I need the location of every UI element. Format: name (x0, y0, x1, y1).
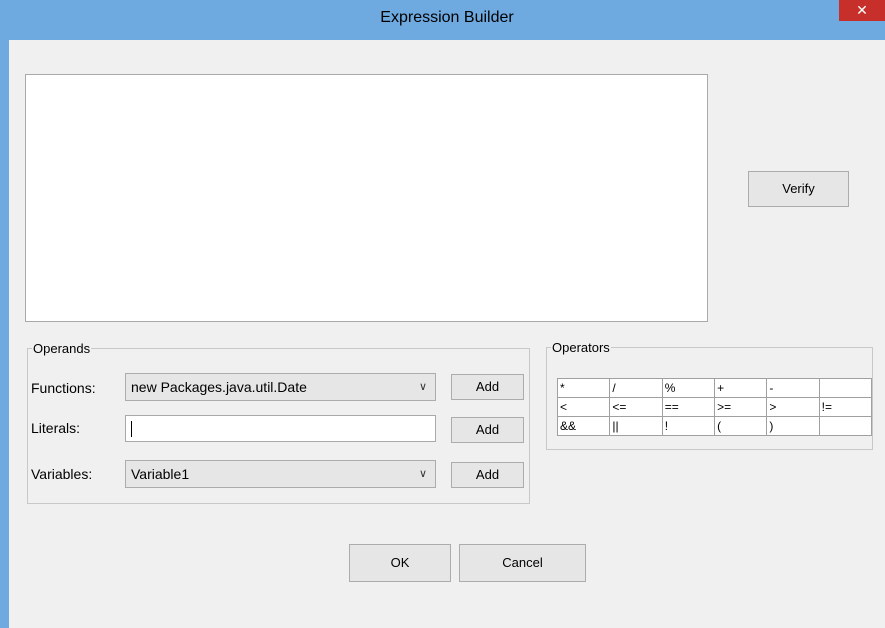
close-icon: ✕ (856, 2, 868, 18)
functions-dropdown-value: new Packages.java.util.Date (131, 379, 307, 395)
operator-cell[interactable]: == (661, 397, 716, 417)
operands-legend: Operands (33, 341, 91, 356)
operator-cell[interactable]: ( (714, 416, 768, 436)
title-bar: Expression Builder ✕ (9, 0, 885, 40)
operator-cell[interactable]: && (556, 416, 611, 436)
add-literal-button[interactable]: Add (451, 417, 524, 443)
text-caret (131, 421, 132, 437)
operator-cell[interactable]: - (766, 378, 820, 398)
operator-cell[interactable]: / (609, 378, 663, 398)
variables-label: Variables: (31, 466, 93, 482)
operator-cell[interactable]: <= (609, 397, 663, 417)
operator-cell[interactable]: ! (661, 416, 716, 436)
functions-dropdown[interactable]: new Packages.java.util.Date ∨ (125, 373, 436, 401)
variables-dropdown[interactable]: Variable1 ∨ (125, 460, 436, 488)
window-title: Expression Builder (380, 9, 514, 26)
cancel-button[interactable]: Cancel (459, 544, 586, 582)
operator-cell[interactable]: + (714, 378, 768, 398)
chevron-down-icon: ∨ (418, 468, 427, 480)
operator-cell[interactable]: >= (714, 397, 768, 417)
operator-cell[interactable]: < (556, 397, 611, 417)
literals-label: Literals: (31, 420, 81, 436)
chevron-down-icon: ∨ (418, 381, 427, 393)
operators-row: && || ! ( ) (556, 416, 873, 436)
ok-button[interactable]: OK (349, 544, 451, 582)
operator-cell[interactable] (818, 416, 873, 436)
operator-cell[interactable]: || (609, 416, 663, 436)
literals-input[interactable] (125, 415, 436, 442)
functions-label: Functions: (31, 380, 96, 396)
operator-cell[interactable]: * (556, 378, 611, 398)
verify-button[interactable]: Verify (748, 171, 849, 207)
expression-builder-window: Expression Builder ✕ Verify Operands Fun… (0, 0, 885, 628)
operator-cell[interactable]: > (766, 397, 820, 417)
add-function-button[interactable]: Add (451, 374, 524, 400)
operators-legend: Operators (552, 340, 610, 355)
operator-cell[interactable] (818, 378, 873, 398)
operators-table: * / % + - < <= == >= > != && || ! () (556, 378, 873, 436)
operator-cell[interactable]: ) (766, 416, 820, 436)
operators-group: Operators * / % + - < <= == >= > != && |… (546, 340, 873, 450)
operator-cell[interactable]: != (818, 397, 873, 417)
dialog-body: Verify Operands Functions: new Packages.… (9, 40, 885, 628)
variables-dropdown-value: Variable1 (131, 466, 190, 482)
expression-text-area[interactable] (25, 74, 708, 322)
operands-group: Operands Functions: new Packages.java.ut… (27, 341, 530, 504)
operator-cell[interactable]: % (661, 378, 716, 398)
operators-row: * / % + - (556, 378, 873, 398)
add-variable-button[interactable]: Add (451, 462, 524, 488)
close-button[interactable]: ✕ (839, 0, 885, 21)
operators-row: < <= == >= > != (556, 397, 873, 417)
